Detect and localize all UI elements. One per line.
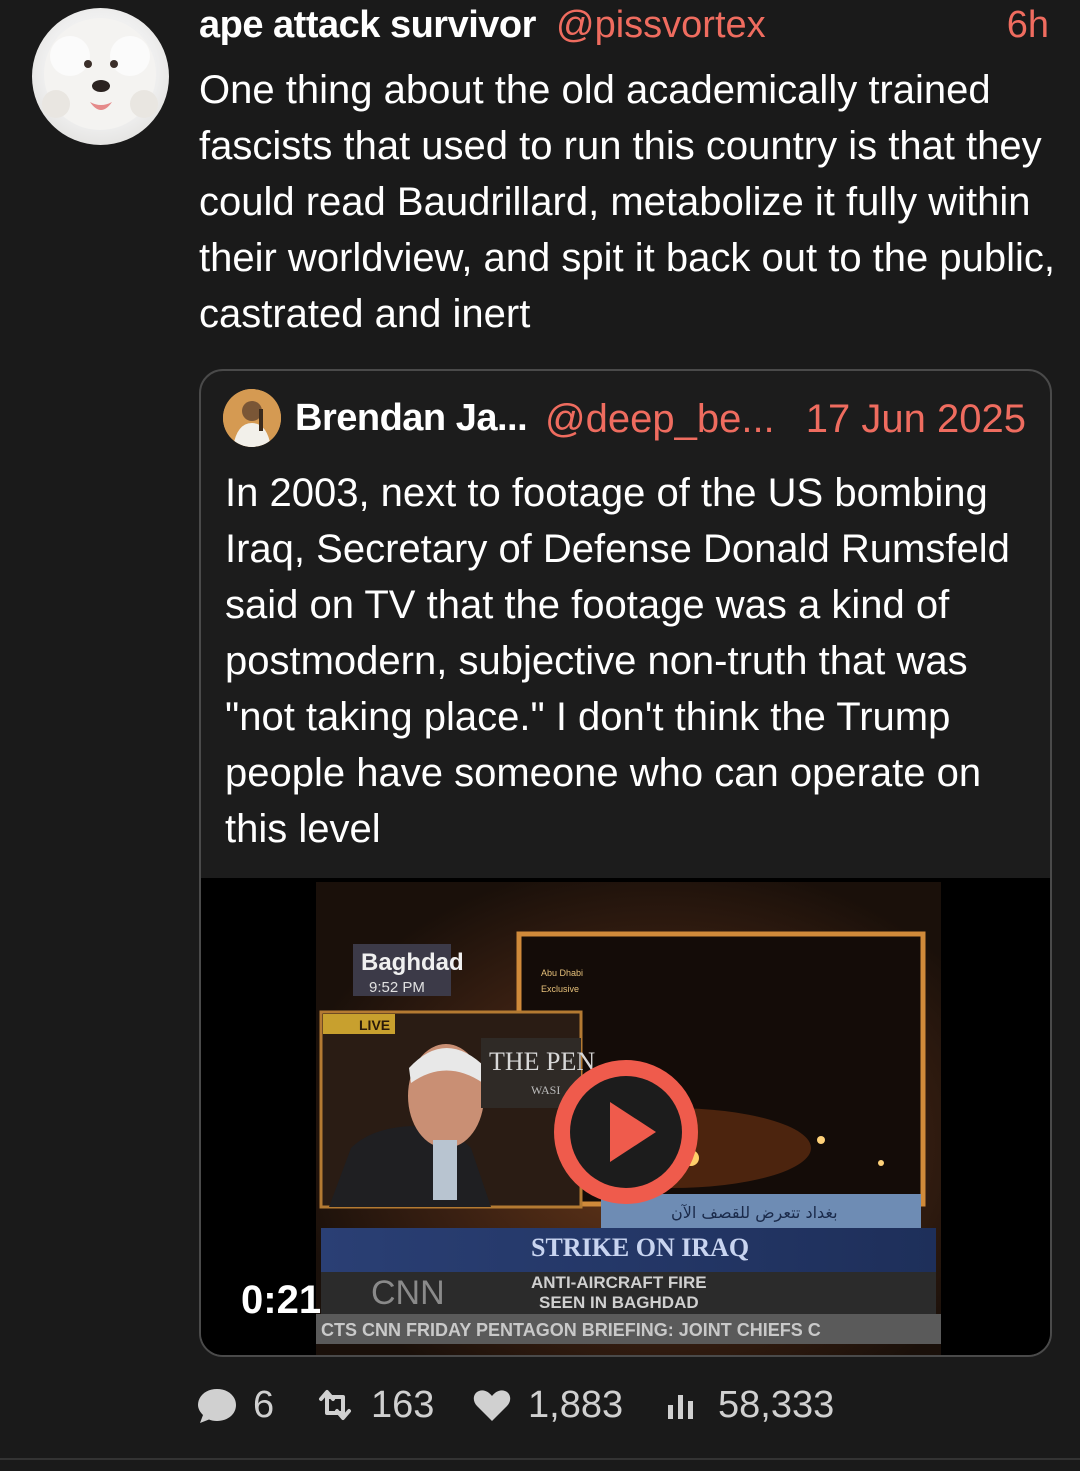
like-button[interactable]: 1,883 (470, 1380, 623, 1430)
quote-author-name[interactable]: Brendan Ja... (295, 397, 528, 440)
like-count: 1,883 (528, 1383, 624, 1426)
play-icon (610, 1102, 656, 1162)
author-name[interactable]: ape attack survivor (199, 4, 536, 47)
video-duration: 0:21 (241, 1278, 322, 1322)
ticker-text: CTS CNN FRIDAY PENTAGON BRIEFING: JOINT … (321, 1320, 821, 1340)
dog-avatar-icon (42, 18, 158, 130)
repost-count: 163 (371, 1383, 435, 1426)
quote-text: In 2003, next to footage of the US bombi… (225, 471, 1010, 851)
headline-line-2: SEEN IN BAGHDAD (539, 1293, 699, 1312)
quote-author-handle[interactable]: @deep_be... (545, 397, 775, 442)
reply-icon (198, 1389, 236, 1423)
strike-title: STRIKE ON IRAQ (531, 1233, 749, 1262)
abudhabi-label: Abu Dhabi (541, 968, 583, 978)
network-logo: CNN (371, 1274, 445, 1312)
repost-icon (319, 1390, 351, 1420)
author-handle[interactable]: @pissvortex (556, 4, 766, 47)
location-label: Baghdad (361, 949, 464, 976)
repost-button[interactable]: 163 (313, 1380, 434, 1430)
views-count: 58,333 (718, 1383, 835, 1426)
post-text: One thing about the old academically tra… (199, 68, 1056, 336)
quote-date[interactable]: 17 Jun 2025 (806, 397, 1026, 442)
heart-icon (473, 1390, 511, 1421)
author-avatar[interactable] (32, 8, 169, 145)
views-bar-chart-icon (668, 1395, 693, 1419)
clock-label: 9:52 PM (369, 979, 425, 996)
views-button[interactable]: 58,333 (660, 1380, 834, 1430)
reply-count: 6 (253, 1383, 275, 1426)
arabic-caption: بغداد تتعرض للقصف الآن (671, 1203, 838, 1223)
quote-header: Brendan Ja... @deep_be... 17 Jun 2025 (295, 393, 1026, 441)
headline-line-1: ANTI-AIRCRAFT FIRE (531, 1273, 707, 1292)
play-button[interactable] (554, 1060, 698, 1204)
quoted-post[interactable]: Brendan Ja... @deep_be... 17 Jun 2025 In… (199, 369, 1052, 1357)
exclusive-label: Exclusive (541, 984, 579, 994)
live-label: LIVE (359, 1017, 390, 1033)
divider (0, 1458, 1080, 1460)
quote-author-avatar[interactable] (223, 389, 281, 447)
person-avatar-icon (223, 389, 281, 447)
post-header: ape attack survivor @pissvortex 6h (199, 4, 1049, 48)
reply-button[interactable]: 6 (195, 1380, 274, 1430)
pentagon-sub-text: WASI (531, 1083, 560, 1097)
action-bar: 6 163 1,883 58,333 (195, 1380, 895, 1430)
video-player[interactable]: THE PEN WASI Baghdad 9:52 PM LIVE Abu Dh… (201, 878, 1050, 1355)
pentagon-sign-text: THE PEN (489, 1047, 595, 1076)
post-timestamp[interactable]: 6h (1007, 4, 1049, 47)
